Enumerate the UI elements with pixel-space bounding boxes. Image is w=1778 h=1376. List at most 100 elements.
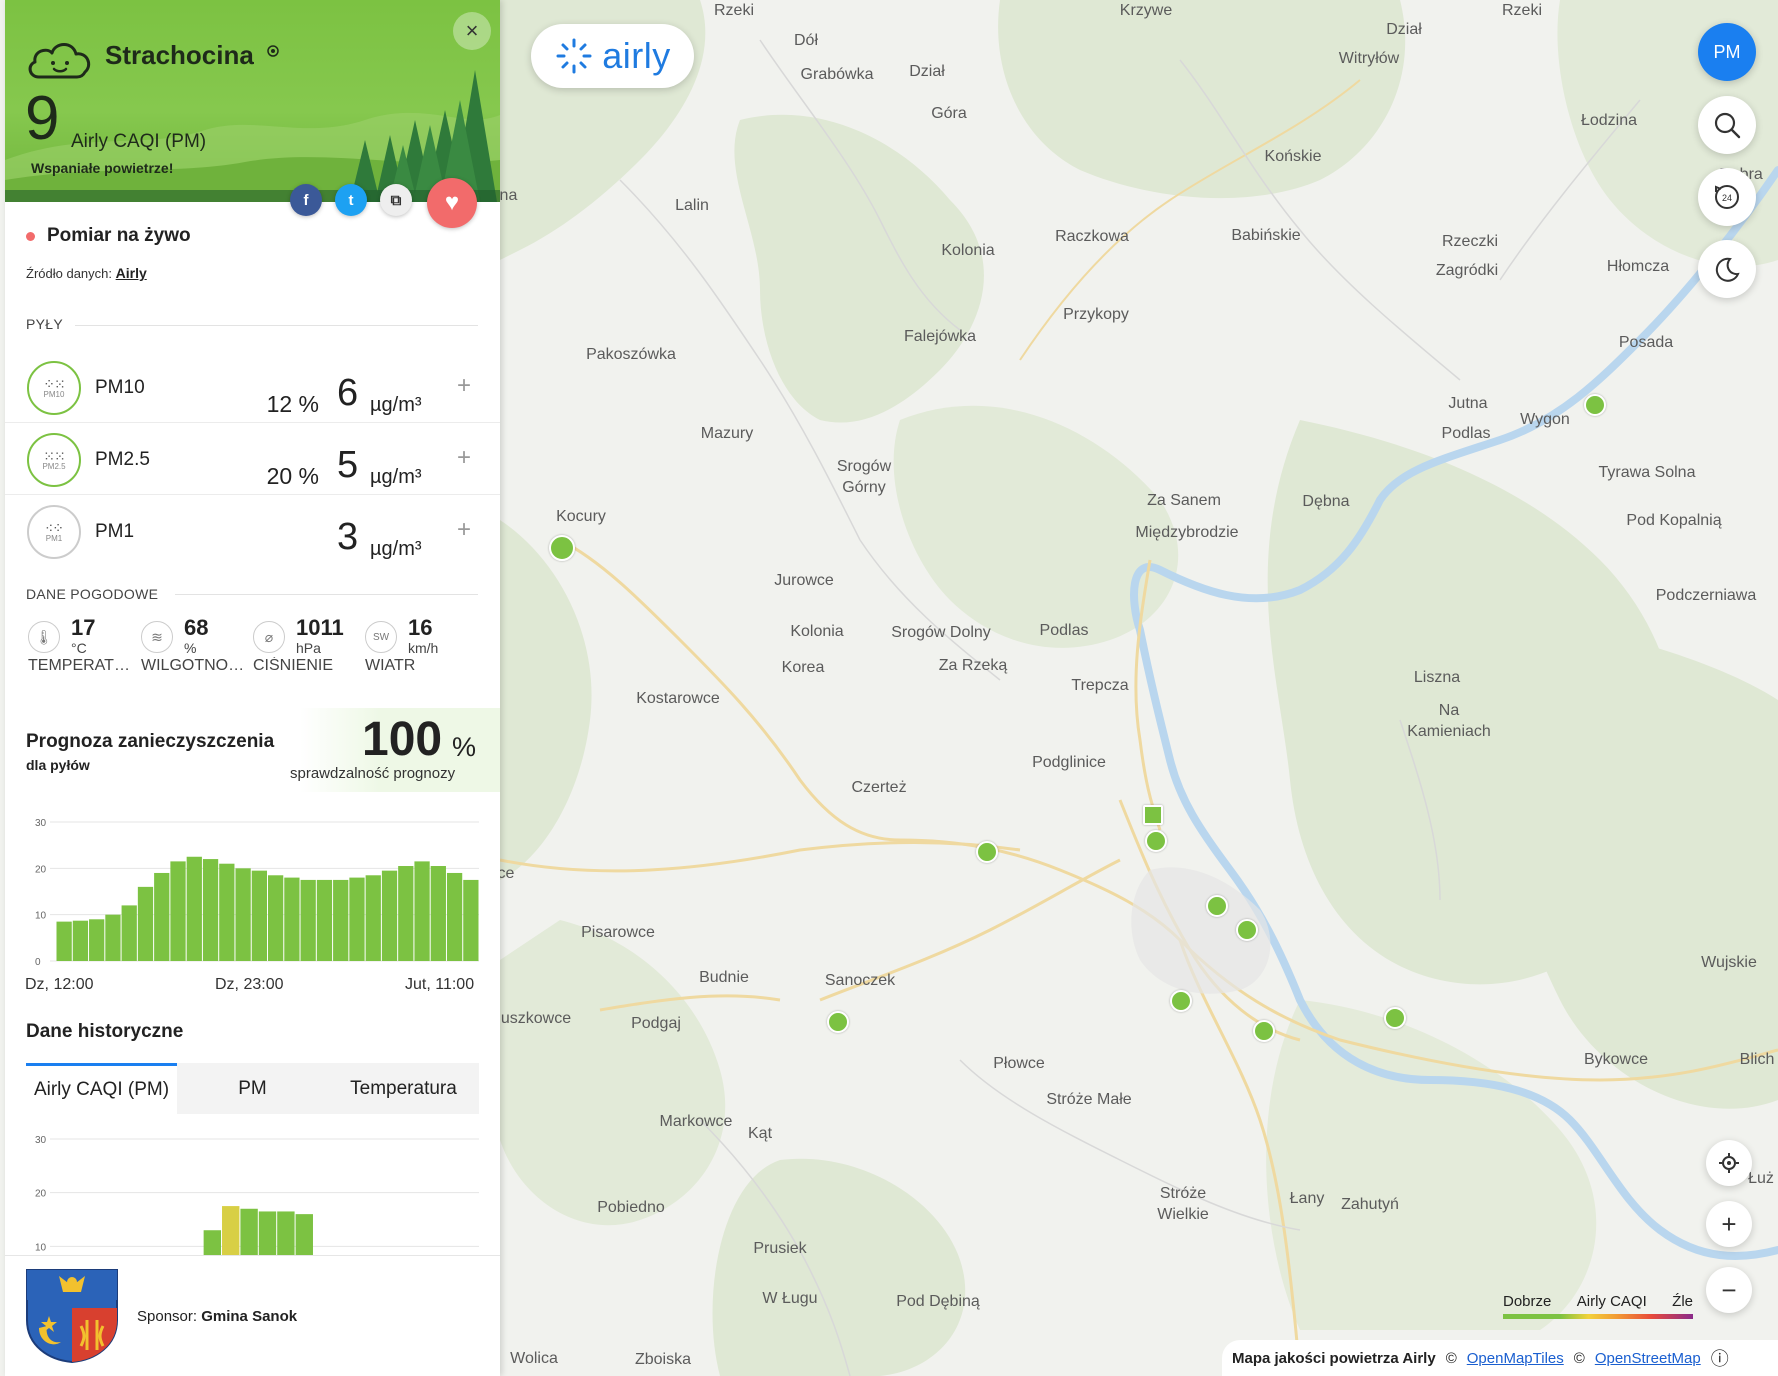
forecast-x-label: Dz, 23:00 xyxy=(215,976,284,993)
chart-bar[interactable] xyxy=(251,870,267,961)
source-link[interactable]: Airly xyxy=(116,265,147,281)
forecast-chart[interactable]: 0 10 20 30 xyxy=(5,805,500,965)
chart-bar[interactable] xyxy=(121,905,137,961)
chart-bar[interactable] xyxy=(295,1214,313,1256)
chart-bar[interactable] xyxy=(398,866,414,961)
locate-icon xyxy=(1719,1153,1739,1173)
sensor-marker[interactable] xyxy=(1206,895,1228,917)
chart-bar[interactable] xyxy=(240,1208,258,1256)
map-place-label: Kolonia xyxy=(941,242,995,259)
sensor-marker[interactable] xyxy=(827,1011,849,1033)
expand-plus-icon[interactable]: + xyxy=(457,372,471,400)
openstreetmap-link[interactable]: OpenStreetMap xyxy=(1595,1350,1701,1367)
weather-unit: hPa xyxy=(296,640,321,656)
chart-bar[interactable] xyxy=(268,875,284,961)
sensor-marker[interactable] xyxy=(1143,805,1163,825)
map-place-label: Raczkowa xyxy=(1055,228,1129,245)
sensor-marker[interactable] xyxy=(1584,394,1606,416)
history-chart[interactable]: 10 20 30 xyxy=(5,1128,500,1256)
weather-section-label: DANE POGODOWE xyxy=(26,586,159,602)
tab-temperature[interactable]: Temperatura xyxy=(328,1063,479,1114)
pollutant-percent: 12 % xyxy=(266,391,319,417)
locate-me-button[interactable] xyxy=(1706,1140,1752,1186)
source-label: Źródło danych: xyxy=(26,266,112,281)
chart-bar[interactable] xyxy=(137,886,154,961)
sponsor-name: Gmina Sanok xyxy=(201,1308,298,1325)
pollutant-row-pm1[interactable]: ⁖⁘ PM1 PM1 3 µg/m³ + xyxy=(5,496,500,568)
weather-label: WIATR xyxy=(365,657,416,674)
embed-widget-button[interactable]: ⧉ xyxy=(380,184,412,216)
sensor-marker[interactable] xyxy=(1236,919,1258,941)
wind-direction-icon: SW xyxy=(365,621,397,653)
chart-bar[interactable] xyxy=(170,861,186,961)
chart-bar[interactable] xyxy=(333,879,349,961)
sensor-marker[interactable] xyxy=(1145,830,1167,852)
chart-bar[interactable] xyxy=(300,879,316,961)
chart-bar[interactable] xyxy=(186,856,202,961)
thermometer-icon: 🌡 xyxy=(28,621,60,653)
sensor-marker[interactable] xyxy=(549,535,575,561)
chart-bar[interactable] xyxy=(414,861,430,961)
chart-bar[interactable] xyxy=(56,921,72,961)
airly-logo[interactable]: airly xyxy=(531,24,694,88)
map-place-label: Jurowce xyxy=(774,572,834,589)
sponsor-label: Sponsor: xyxy=(137,1308,198,1325)
chart-bar[interactable] xyxy=(349,877,365,961)
chart-bar[interactable] xyxy=(284,877,300,961)
sensor-marker[interactable] xyxy=(1253,1020,1275,1042)
chart-y-tick-label: 10 xyxy=(35,911,47,922)
sensor-marker[interactable] xyxy=(1170,990,1192,1012)
close-panel-button[interactable]: × xyxy=(453,12,491,50)
openmaptiles-link[interactable]: OpenMapTiles xyxy=(1467,1350,1564,1367)
chart-bar[interactable] xyxy=(446,872,463,961)
favorite-button[interactable]: ♥ xyxy=(427,178,477,228)
zoom-in-button[interactable]: + xyxy=(1706,1201,1752,1247)
pollutant-row-pm10[interactable]: ⁘⁙ PM10 PM10 12 % 6 µg/m³ + xyxy=(5,352,500,424)
chart-bar[interactable] xyxy=(316,879,333,961)
divider xyxy=(5,422,500,423)
twitter-share-button[interactable]: t xyxy=(335,184,367,216)
forecast-x-label: Jut, 11:00 xyxy=(405,976,475,993)
sensor-marker[interactable] xyxy=(1384,1007,1406,1029)
chart-bar[interactable] xyxy=(381,870,398,961)
chart-bar[interactable] xyxy=(235,868,251,961)
forecast-subtitle: dla pyłów xyxy=(26,757,90,773)
map-place-label: Posada xyxy=(1618,334,1674,351)
zoom-out-button[interactable]: − xyxy=(1706,1267,1752,1313)
chart-bar[interactable] xyxy=(105,914,121,961)
expand-plus-icon[interactable]: + xyxy=(457,444,471,472)
chart-bar[interactable] xyxy=(89,919,105,961)
pollutant-row-pm25[interactable]: ⁙⁙ PM2.5 PM2.5 20 % 5 µg/m³ + xyxy=(5,424,500,496)
history-24h-button[interactable]: 24 xyxy=(1698,168,1756,226)
pm-toggle-button[interactable]: PM xyxy=(1698,23,1756,81)
divider xyxy=(75,325,478,326)
search-button[interactable] xyxy=(1698,96,1756,154)
chart-bar[interactable] xyxy=(277,1211,295,1256)
forecast-accuracy-unit: % xyxy=(452,732,477,762)
weather-label: TEMPERATURA xyxy=(28,657,132,674)
weather-unit: °C xyxy=(71,640,87,656)
chart-bar[interactable] xyxy=(219,863,235,961)
chart-bar[interactable] xyxy=(463,879,479,961)
info-icon[interactable]: ⓘ xyxy=(1711,1345,1729,1371)
chart-bar[interactable] xyxy=(430,866,446,961)
facebook-share-button[interactable]: f xyxy=(290,184,322,216)
chart-bar[interactable] xyxy=(203,1230,222,1256)
expand-plus-icon[interactable]: + xyxy=(457,516,471,544)
tab-pm[interactable]: PM xyxy=(177,1063,328,1114)
chart-bar[interactable] xyxy=(154,872,170,961)
chart-bar[interactable] xyxy=(258,1211,277,1256)
tab-airly-caqi[interactable]: Airly CAQI (PM) xyxy=(26,1063,177,1114)
pm1-icon: ⁖⁘ PM1 xyxy=(27,505,81,559)
sensor-marker[interactable] xyxy=(976,841,998,863)
night-mode-button[interactable] xyxy=(1698,240,1756,298)
chart-bar[interactable] xyxy=(72,920,89,961)
map-place-label: Blich xyxy=(1739,1051,1775,1068)
chart-bar[interactable] xyxy=(202,859,219,961)
map-place-label: Podglinice xyxy=(1032,754,1106,771)
map-place-label: Wolica xyxy=(510,1350,558,1367)
chart-bar[interactable] xyxy=(222,1206,240,1256)
map-place-label: Lalin xyxy=(675,197,709,214)
map-place-label: Tyrawa Solna xyxy=(1598,464,1696,481)
chart-bar[interactable] xyxy=(365,875,381,961)
